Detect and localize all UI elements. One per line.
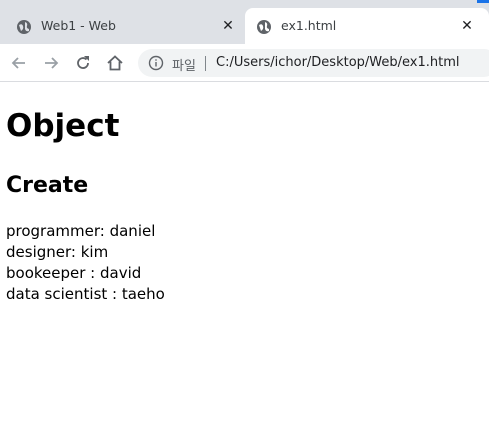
text-line: bookeeper : david [6, 264, 142, 282]
page-subheading: Create [6, 173, 89, 198]
page-content: Object Create programmer: daniel designe… [0, 83, 489, 432]
tab-title: Web1 - Web [41, 18, 116, 33]
arrow-right-icon [45, 57, 59, 69]
info-icon[interactable] [148, 55, 164, 71]
arrow-left-icon [11, 57, 25, 69]
tab-ex1[interactable]: ex1.html ✕ [245, 8, 489, 44]
page-heading: Object [6, 108, 120, 144]
reload-icon [77, 56, 89, 69]
close-tab-icon[interactable]: ✕ [220, 18, 236, 34]
window-accent [477, 0, 489, 3]
tab-strip: Web1 - Web ✕ ex1.html ✕ [0, 0, 489, 44]
tab-web1[interactable]: Web1 - Web ✕ [0, 8, 244, 44]
home-icon [107, 55, 123, 71]
tab-title: ex1.html [281, 18, 337, 33]
text-line: data scientist : taeho [6, 285, 165, 303]
forward-button[interactable] [40, 52, 62, 74]
close-tab-icon[interactable]: ✕ [459, 18, 475, 34]
back-button[interactable] [8, 52, 30, 74]
text-lines: programmer: daniel designer: kim bookeep… [6, 221, 165, 305]
text-line: designer: kim [6, 243, 109, 261]
reload-button[interactable] [72, 52, 94, 74]
address-bar[interactable]: 파일 C:/Users/ichor/Desktop/Web/ex1.html [138, 49, 489, 77]
text-line: programmer: daniel [6, 222, 156, 240]
url-text[interactable]: C:/Users/ichor/Desktop/Web/ex1.html [216, 55, 460, 70]
browser-toolbar: 파일 C:/Users/ichor/Desktop/Web/ex1.html [0, 44, 489, 82]
globe-icon [257, 20, 271, 34]
globe-icon [17, 20, 31, 34]
address-divider [205, 56, 206, 71]
home-button[interactable] [104, 52, 126, 74]
page-info-label[interactable]: 파일 [172, 55, 196, 74]
